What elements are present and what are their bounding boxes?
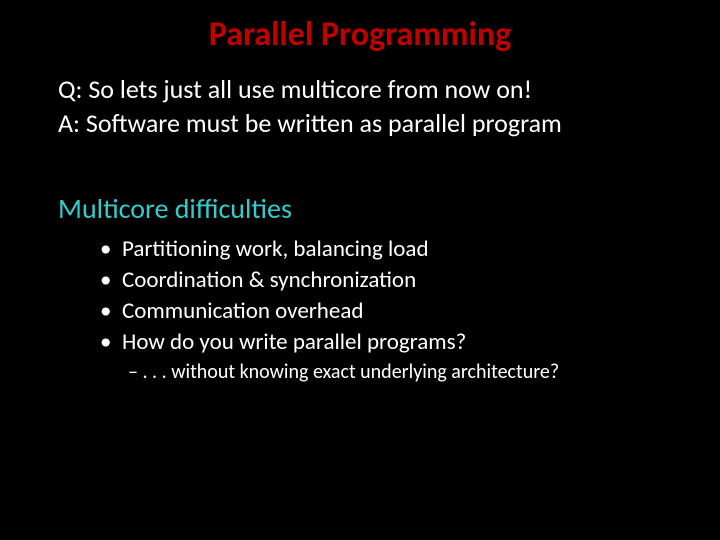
bullet-text: Coordination & synchronization (122, 266, 416, 294)
bullet-text: Partitioning work, balancing load (122, 235, 429, 263)
sub-bullet: – . . . without knowing exact underlying… (128, 360, 720, 384)
slide: Parallel Programming Q: So lets just all… (0, 0, 720, 540)
list-item: How do you write parallel programs? (100, 327, 720, 358)
list-item: Coordination & synchronization (100, 265, 720, 296)
section-heading: Multicore difficulties (58, 191, 720, 226)
bullet-list: Partitioning work, balancing load Coordi… (100, 234, 720, 358)
qa-block: Q: So lets just all use multicore from n… (58, 73, 720, 141)
slide-title: Parallel Programming (0, 0, 720, 55)
list-item: Partitioning work, balancing load (100, 234, 720, 265)
answer-line: A: Software must be written as parallel … (58, 107, 720, 141)
list-item: Communication overhead (100, 296, 720, 327)
bullet-text: Communication overhead (122, 297, 363, 325)
question-line: Q: So lets just all use multicore from n… (58, 73, 720, 107)
bullet-text: How do you write parallel programs? (122, 328, 466, 356)
